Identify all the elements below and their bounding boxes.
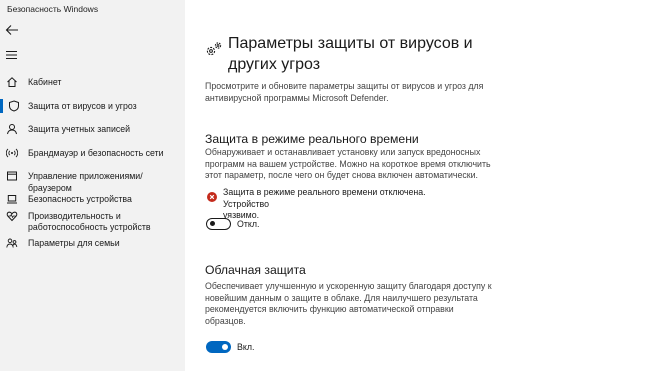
sidebar-item-device-security[interactable]: Безопасность устройства bbox=[0, 192, 185, 206]
realtime-protection-title: Защита в режиме реального времени bbox=[205, 132, 419, 146]
window-title: Безопасность Windows bbox=[7, 4, 99, 14]
virus-threat-settings-icon bbox=[206, 42, 222, 56]
wifi-icon bbox=[6, 148, 18, 158]
sidebar-item-label: Брандмауэр и безопасность сети bbox=[28, 148, 164, 158]
browser-icon bbox=[7, 171, 17, 181]
sidebar-item-app-browser-control[interactable]: Управление приложениями/браузером bbox=[0, 169, 185, 193]
cloud-toggle-label: Вкл. bbox=[237, 342, 255, 352]
person-icon bbox=[7, 124, 17, 135]
toggle-knob bbox=[222, 344, 228, 350]
toggle-knob bbox=[210, 221, 215, 226]
cloud-protection-toggle[interactable] bbox=[206, 341, 231, 353]
realtime-protection-toggle[interactable] bbox=[206, 218, 231, 230]
cloud-protection-description: Обеспечивает улучшенную и ускоренную защ… bbox=[205, 281, 492, 326]
shield-icon bbox=[9, 100, 19, 112]
error-icon bbox=[207, 192, 217, 202]
sidebar-item-family-options[interactable]: Параметры для семьи bbox=[0, 236, 185, 250]
page-title: Параметры защиты от вирусов и других угр… bbox=[228, 35, 473, 73]
laptop-icon bbox=[7, 195, 17, 204]
sidebar-item-label: Безопасность устройства bbox=[28, 194, 132, 204]
sidebar-item-label: Управление приложениями/браузером bbox=[28, 171, 143, 193]
sidebar-item-home[interactable]: Кабинет bbox=[0, 75, 185, 89]
selected-indicator bbox=[0, 99, 3, 113]
sidebar-item-label: работоспособность устройств bbox=[28, 222, 151, 232]
sidebar-item-label: Защита от вирусов и угроз bbox=[28, 101, 137, 111]
sidebar-item-virus-protection[interactable]: Защита от вирусов и угроз bbox=[0, 98, 185, 114]
cloud-protection-title: Облачная защита bbox=[205, 263, 306, 277]
realtime-protection-description: Обнаруживает и останавливает установку и… bbox=[205, 147, 491, 180]
sidebar-item-device-performance[interactable]: Производительность и работоспособность у… bbox=[0, 209, 185, 235]
realtime-toggle-label: Откл. bbox=[237, 219, 260, 229]
sidebar-item-label: Кабинет bbox=[28, 77, 62, 87]
sidebar-item-firewall[interactable]: Брандмауэр и безопасность сети bbox=[0, 146, 185, 160]
heart-icon bbox=[6, 211, 18, 222]
sidebar-item-label: Параметры для семьи bbox=[28, 238, 120, 248]
main-content: Параметры защиты от вирусов и других угр… bbox=[185, 0, 660, 371]
family-icon bbox=[6, 238, 18, 248]
hamburger-menu-icon[interactable] bbox=[5, 49, 19, 61]
sidebar: Безопасность Windows Кабинет Защита от в… bbox=[0, 0, 185, 371]
sidebar-item-account-protection[interactable]: Защита учетных записей bbox=[0, 122, 185, 136]
page-description: Просмотрите и обновите параметры защиты … bbox=[205, 81, 484, 103]
sidebar-item-label: Защита учетных записей bbox=[28, 124, 131, 134]
home-icon bbox=[7, 77, 17, 87]
realtime-warning-text: Защита в режиме реального времени отключ… bbox=[223, 187, 426, 220]
back-arrow-icon[interactable] bbox=[5, 24, 19, 36]
